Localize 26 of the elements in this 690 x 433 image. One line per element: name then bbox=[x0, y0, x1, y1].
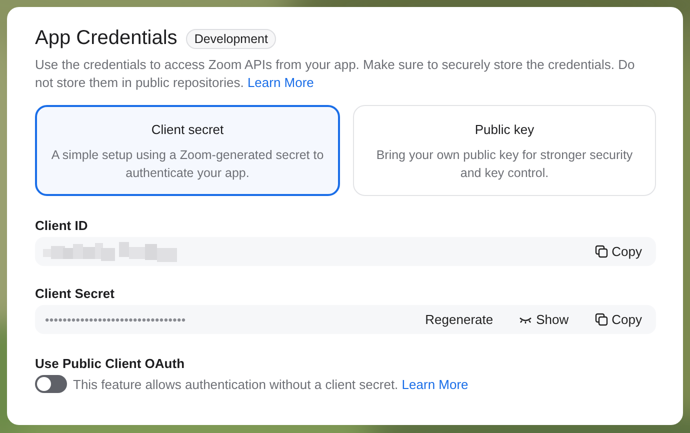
option-title: Client secret bbox=[150, 122, 225, 137]
option-description: Bring your own public key for stronger security and key control. bbox=[375, 147, 634, 182]
action-button[interactable]: Copy bbox=[590, 241, 646, 262]
learn-more-link[interactable]: Learn More bbox=[247, 75, 314, 90]
page-title: App Credentials bbox=[35, 27, 178, 50]
closed-eye-icon bbox=[519, 316, 532, 324]
redacted-value-drawing bbox=[43, 242, 115, 262]
masked-secret: •••••••••••••••••••••••••••••••• bbox=[44, 312, 186, 326]
setting-description: This feature allows authentication without a client secret. Learn More bbox=[73, 376, 468, 392]
setting-label: Use Public Client OAuth bbox=[35, 356, 186, 371]
option-description: A simple setup using a Zoom-generated secret to authenticate your app. bbox=[50, 147, 325, 182]
description-text: Use the credentials to access Zoom APIs from your app. Make sure to securely store the credentials. Do not store them in public repositories. Learn More bbox=[35, 56, 636, 92]
copy-icon bbox=[594, 245, 608, 258]
redacted-value-drawing bbox=[119, 242, 177, 262]
option-title: Public key bbox=[474, 122, 536, 137]
learn-more-link[interactable]: Learn More bbox=[402, 376, 468, 392]
environment-badge: Development bbox=[186, 28, 276, 48]
action-button[interactable]: Show bbox=[515, 309, 573, 330]
toggle-switch[interactable] bbox=[35, 375, 67, 393]
field-label: Client Secret bbox=[35, 286, 116, 301]
option-card[interactable]: Client secret A simple setup using a Zoom-generated secret to authenticate your app. bbox=[35, 105, 340, 196]
action-button[interactable]: Copy bbox=[590, 309, 646, 330]
field-label: Client ID bbox=[35, 218, 89, 233]
option-card[interactable]: Public key Bring your own public key for stronger security and key control. bbox=[353, 105, 656, 196]
action-button[interactable]: Regenerate bbox=[421, 309, 498, 330]
copy-icon bbox=[594, 313, 608, 326]
